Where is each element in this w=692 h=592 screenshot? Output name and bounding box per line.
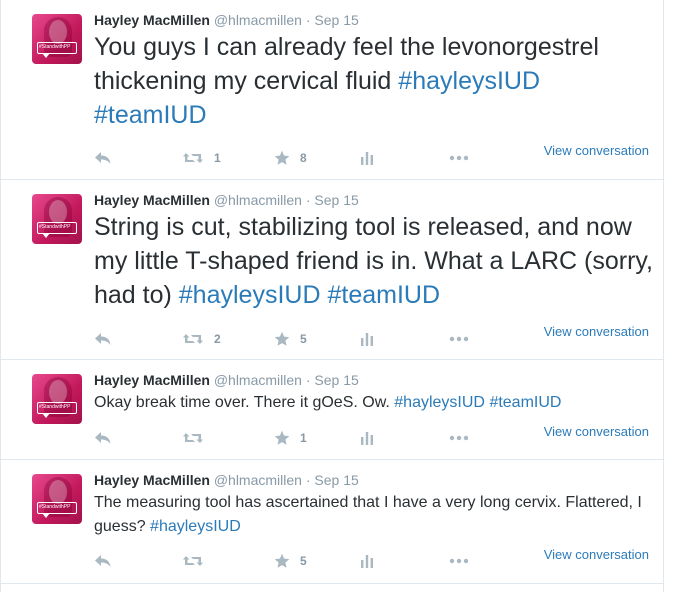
author-handle[interactable]: @hlmacmillen: [214, 192, 302, 208]
favorite-button[interactable]: 5: [274, 329, 307, 349]
hashtag-link[interactable]: #hayleysIUD: [394, 394, 485, 411]
avatar-badge-text: #StandwithPP: [39, 504, 71, 510]
favorite-count: 5: [300, 332, 307, 346]
hashtag-link[interactable]: #hayleysIUD: [150, 518, 241, 535]
favorite-button[interactable]: 8: [274, 148, 307, 168]
tweet[interactable]: #StandwithPP Hayley MacMillen @hlmacmill…: [1, 460, 663, 584]
favorite-count: 5: [300, 554, 307, 568]
tweet-header: Hayley MacMillen @hlmacmillen · Sep 15: [94, 192, 359, 208]
stats-icon: [361, 432, 373, 445]
reply-button[interactable]: [94, 551, 112, 571]
retweet-icon: [183, 556, 203, 566]
avatar[interactable]: #StandwithPP: [32, 14, 82, 64]
separator: ·: [305, 472, 311, 488]
more-icon: [449, 435, 469, 441]
timestamp[interactable]: Sep 15: [314, 12, 358, 28]
favorite-button[interactable]: 1: [274, 428, 307, 448]
timestamp[interactable]: Sep 15: [314, 472, 358, 488]
view-conversation-link[interactable]: View conversation: [544, 547, 649, 562]
hashtag-link[interactable]: #teamIUD: [489, 394, 561, 411]
stats-button[interactable]: [360, 329, 374, 349]
author-name[interactable]: Hayley MacMillen: [94, 472, 210, 488]
stats-button[interactable]: [360, 428, 374, 448]
favorite-count: 8: [300, 151, 307, 165]
separator: ·: [305, 372, 311, 388]
avatar-badge-text: #StandwithPP: [39, 44, 71, 50]
avatar[interactable]: #StandwithPP: [32, 474, 82, 524]
retweet-count: 1: [214, 151, 221, 165]
favorite-icon: [274, 430, 290, 445]
separator: ·: [305, 12, 311, 28]
retweet-icon: [183, 153, 203, 163]
reply-button[interactable]: [94, 329, 112, 349]
tweet-text: You guys I can already feel the levonorg…: [94, 33, 599, 129]
more-button[interactable]: [449, 148, 469, 168]
hashtag-link[interactable]: #hayleysIUD: [398, 67, 540, 95]
favorite-icon: [274, 331, 290, 346]
timeline: #StandwithPP Hayley MacMillen @hlmacmill…: [0, 0, 664, 592]
retweet-button[interactable]: 1: [182, 148, 221, 168]
reply-icon: [95, 432, 111, 444]
timestamp[interactable]: Sep 15: [314, 192, 358, 208]
retweet-icon: [183, 433, 203, 443]
tweet-text: The measuring tool has ascertained that …: [94, 494, 642, 535]
favorite-button[interactable]: 5: [274, 551, 307, 571]
favorite-count: 1: [300, 431, 307, 445]
tweet[interactable]: #StandwithPP Hayley MacMillen @hlmacmill…: [1, 360, 663, 460]
author-name[interactable]: Hayley MacMillen: [94, 192, 210, 208]
view-conversation-link[interactable]: View conversation: [544, 143, 649, 158]
more-icon: [449, 155, 469, 161]
tweet-text: Okay break time over. There it gOeS. Ow.…: [94, 394, 562, 411]
retweet-button[interactable]: [182, 428, 214, 448]
timestamp[interactable]: Sep 15: [314, 372, 358, 388]
reply-button[interactable]: [94, 428, 112, 448]
stats-button[interactable]: [360, 148, 374, 168]
tweet-header: Hayley MacMillen @hlmacmillen · Sep 15: [94, 372, 359, 388]
hashtag-link[interactable]: #hayleysIUD: [179, 281, 321, 309]
more-icon: [449, 558, 469, 564]
more-button[interactable]: [449, 428, 469, 448]
author-handle[interactable]: @hlmacmillen: [214, 372, 302, 388]
avatar-badge-text: #StandwithPP: [39, 404, 71, 410]
author-name[interactable]: Hayley MacMillen: [94, 12, 210, 28]
more-icon: [449, 336, 469, 342]
tweet-header: Hayley MacMillen @hlmacmillen · Sep 15: [94, 12, 359, 28]
avatar[interactable]: #StandwithPP: [32, 374, 82, 424]
favorite-icon: [274, 553, 290, 568]
more-button[interactable]: [449, 551, 469, 571]
view-conversation-link[interactable]: View conversation: [544, 424, 649, 439]
author-handle[interactable]: @hlmacmillen: [214, 472, 302, 488]
stats-icon: [361, 333, 373, 346]
reply-button[interactable]: [94, 148, 112, 168]
view-conversation-link[interactable]: View conversation: [544, 324, 649, 339]
retweet-icon: [183, 334, 203, 344]
retweet-count: 2: [214, 332, 221, 346]
author-handle[interactable]: @hlmacmillen: [214, 12, 302, 28]
more-button[interactable]: [449, 329, 469, 349]
reply-icon: [95, 555, 111, 567]
tweet[interactable]: #StandwithPP Hayley MacMillen @hlmacmill…: [1, 180, 663, 360]
reply-icon: [95, 152, 111, 164]
tweet-text: String is cut, stabilizing tool is relea…: [94, 213, 653, 309]
hashtag-link[interactable]: #teamIUD: [94, 101, 207, 129]
avatar-badge-text: #StandwithPP: [39, 224, 71, 230]
stats-button[interactable]: [360, 551, 374, 571]
reply-icon: [95, 333, 111, 345]
tweet[interactable]: #StandwithPP Hayley MacMillen @hlmacmill…: [1, 0, 663, 180]
stats-icon: [361, 152, 373, 165]
retweet-button[interactable]: [182, 551, 214, 571]
retweet-button[interactable]: 2: [182, 329, 221, 349]
hashtag-link[interactable]: #teamIUD: [327, 281, 440, 309]
separator: ·: [305, 192, 311, 208]
author-name[interactable]: Hayley MacMillen: [94, 372, 210, 388]
stats-icon: [361, 555, 373, 568]
tweet-header: Hayley MacMillen @hlmacmillen · Sep 15: [94, 472, 359, 488]
avatar[interactable]: #StandwithPP: [32, 194, 82, 244]
favorite-icon: [274, 150, 290, 165]
